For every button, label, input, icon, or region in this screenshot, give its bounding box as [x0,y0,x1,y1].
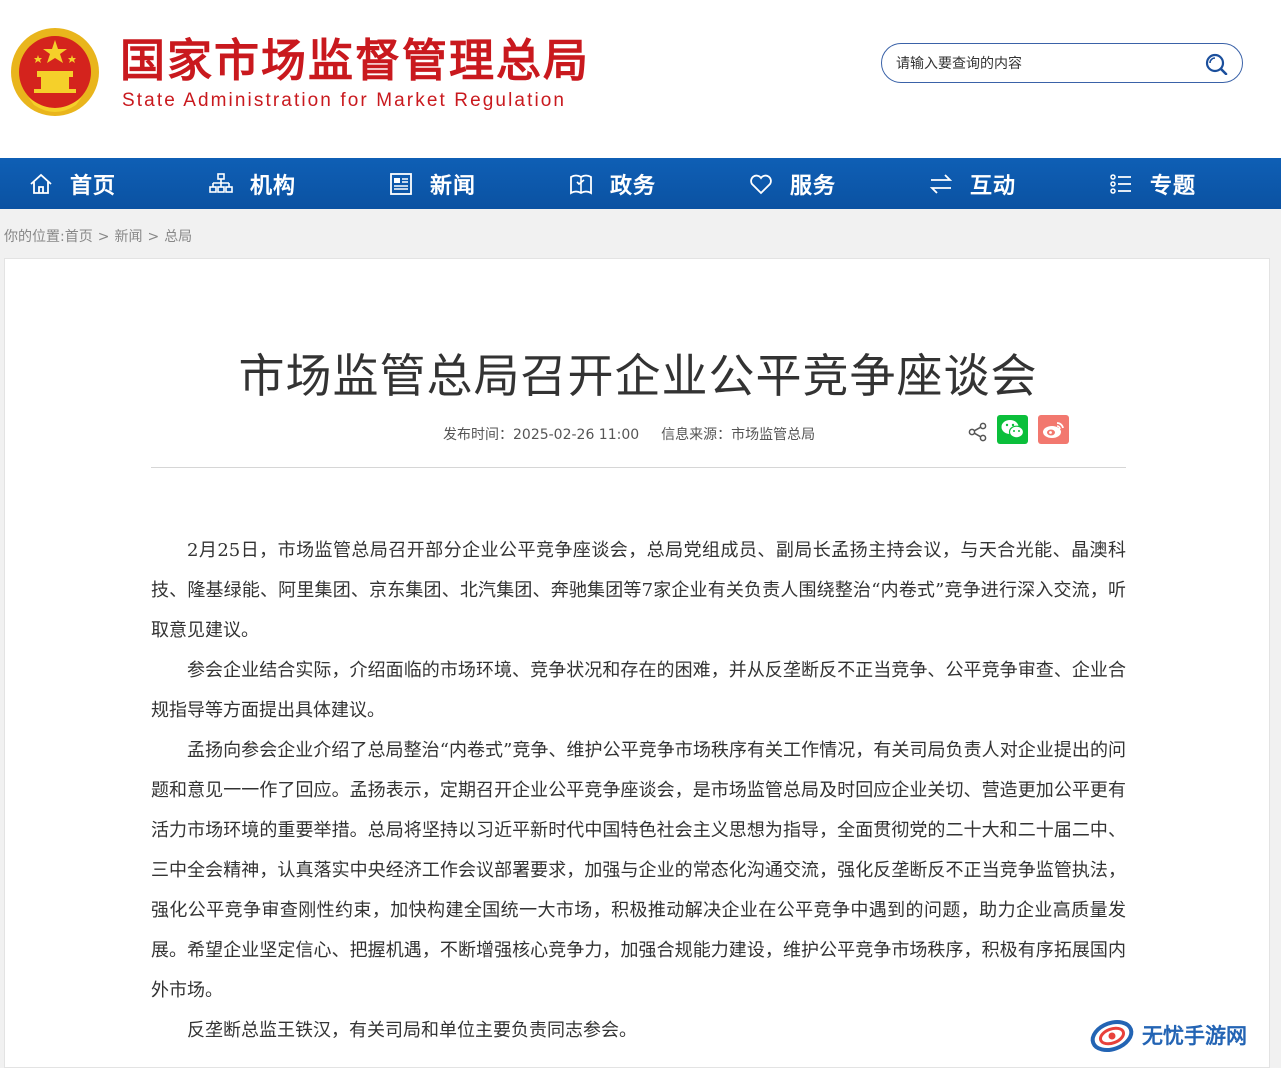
nav-item-interaction[interactable]: 互动 [928,158,1016,209]
article-paragraph: 2月25日，市场监管总局召开部分企业公平竞争座谈会，总局党组成员、副局长孟扬主持… [151,540,1126,641]
breadcrumb-home[interactable]: 首页 [65,229,93,245]
search-icon[interactable] [1204,53,1228,75]
heart-icon [750,174,772,194]
nav-label: 新闻 [430,173,477,199]
nav-label: 首页 [70,173,117,199]
nav-item-government[interactable]: 政务 [568,158,656,209]
article-title: 市场监管总局召开企业公平竞争座谈会 [238,349,1038,403]
site-logo-cn[interactable]: 国家市场监督管理总局 [120,34,590,88]
news-icon [390,172,412,195]
title-divider [151,467,1126,468]
nav-label: 服务 [790,173,837,199]
article-meta: 发布时间：2025-02-26 11:00 信息来源：市场监管总局 [443,424,815,444]
wechat-icon [1001,420,1025,439]
nav-item-home[interactable]: 首页 [28,158,116,209]
main-nav: 首页 机构 新闻 政务 服务 互动 专题 [0,158,1281,209]
national-emblem-icon[interactable] [10,27,100,117]
watermark: 无忧手游网 [1088,1014,1247,1056]
breadcrumb-headquarters[interactable]: 总局 [164,229,192,245]
nav-label: 互动 [970,173,1017,199]
list-icon [1110,173,1131,194]
nav-label: 政务 [610,173,657,199]
weibo-share-button[interactable] [1038,415,1069,444]
breadcrumb: 你的位置:首页 > 新闻 > 总局 [4,226,192,246]
share-icon[interactable] [968,422,988,442]
nav-item-service[interactable]: 服务 [748,158,836,209]
article-source: 信息来源：市场监管总局 [661,427,816,443]
search-box [881,43,1243,83]
nav-item-organization[interactable]: 机构 [208,158,296,209]
article-container: 市场监管总局召开企业公平竞争座谈会 发布时间：2025-02-26 11:00 信… [4,258,1270,1068]
article-paragraph: 孟扬向参会企业介绍了总局整治“内卷式”竞争、维护公平竞争市场秩序有关工作情况，有… [151,740,1126,1001]
org-chart-icon [209,172,233,193]
search-input[interactable] [894,52,1198,76]
home-icon [30,173,52,194]
government-icon [570,174,592,195]
wechat-share-button[interactable] [997,415,1028,444]
nav-label: 机构 [250,173,297,199]
nav-item-topics[interactable]: 专题 [1108,158,1196,209]
article-paragraph: 反垄断总监王铁汉，有关司局和单位主要负责同志参会。 [187,1020,637,1041]
breadcrumb-prefix: 你的位置: [4,229,65,245]
breadcrumb-separator: > [97,229,110,245]
publish-time: 发布时间：2025-02-26 11:00 [443,427,640,443]
breadcrumb-separator: > [147,229,160,245]
watermark-logo-icon [1090,1019,1134,1053]
breadcrumb-news[interactable]: 新闻 [114,229,142,245]
nav-item-news[interactable]: 新闻 [388,158,476,209]
watermark-text: 无忧手游网 [1142,1024,1247,1048]
site-logo-en: State Administration for Market Regulati… [122,90,567,111]
weibo-icon [1043,422,1064,438]
exchange-icon [929,173,953,194]
article-body: 2月25日，市场监管总局召开部分企业公平竞争座谈会，总局党组成员、副局长孟扬主持… [151,531,1126,1051]
site-header: 国家市场监督管理总局 State Administration for Mark… [0,0,1281,158]
article-paragraph: 参会企业结合实际，介绍面临的市场环境、竞争状况和存在的困难，并从反垄断反不正当竞… [151,660,1126,721]
nav-label: 专题 [1150,173,1197,199]
